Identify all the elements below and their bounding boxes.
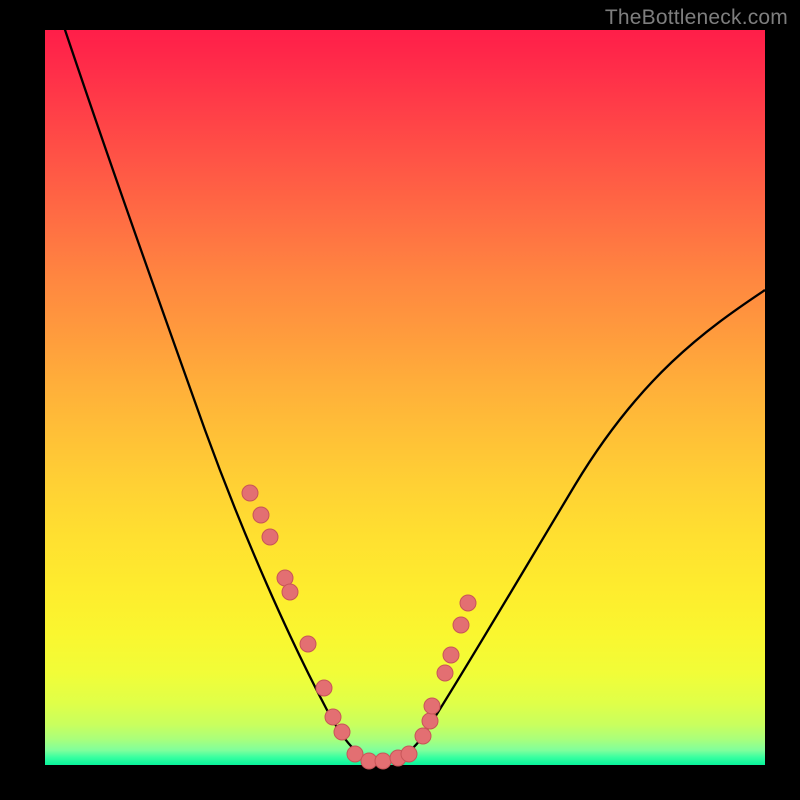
- watermark-text: TheBottleneck.com: [605, 6, 788, 30]
- chart-root: TheBottleneck.com: [0, 0, 800, 800]
- plot-area: [45, 30, 765, 765]
- curve-layer: [45, 30, 765, 765]
- bottleneck-curve: [55, 0, 765, 761]
- scatter-dots: [242, 485, 476, 769]
